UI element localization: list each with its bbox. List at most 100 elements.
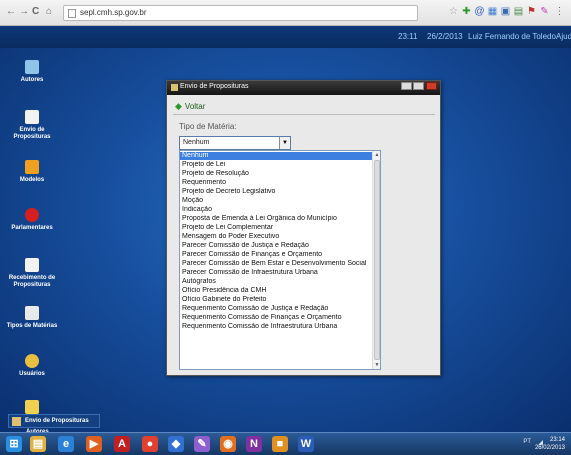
envio-de-proposituras-window: Envio de Proposituras ◆ Voltar Tipo de Ma… bbox=[166, 80, 441, 376]
desktop-icon-parlamentares[interactable]: Parlamentares bbox=[6, 208, 58, 232]
desktop-icon-envio-de-proposituras[interactable]: Envio de Proposituras bbox=[6, 110, 58, 141]
page-icon bbox=[68, 9, 76, 18]
adobe-reader-icon[interactable]: A bbox=[114, 436, 130, 452]
desktop-icon-modelos[interactable]: Modelos bbox=[6, 160, 58, 184]
option-item[interactable]: Requerimento Comissão de Justiça e Redaç… bbox=[180, 305, 372, 313]
option-item[interactable]: Projeto de Decreto Legislativo bbox=[180, 188, 372, 196]
window-app-icon bbox=[12, 417, 21, 426]
option-item[interactable]: Parecer Comissão de Bem Estar e Desenvol… bbox=[180, 260, 372, 268]
tipo-de-materia-options: Nenhum Projeto de Lei Projeto de Resoluç… bbox=[179, 150, 381, 370]
options-scrollbar[interactable]: ▲ ▼ bbox=[372, 151, 380, 369]
back-label: Voltar bbox=[184, 102, 206, 111]
maximize-button[interactable] bbox=[413, 82, 424, 90]
desktop-icon-usuarios[interactable]: Usuários bbox=[6, 354, 58, 378]
plus-icon[interactable]: ✚ bbox=[461, 6, 472, 17]
back-arrow-icon[interactable]: ← bbox=[6, 6, 16, 18]
bookmark-icon[interactable]: ▣ bbox=[500, 6, 511, 17]
windows-taskbar: ⊞ ▤ e ▶ A ● ◆ ✎ ◉ N ■ W PT ◢ 23:14 26/02… bbox=[0, 432, 571, 455]
window-title: Envio de Proposituras bbox=[180, 83, 249, 90]
menu-icon[interactable]: ⋮ bbox=[554, 6, 565, 17]
window-titlebar[interactable]: Envio de Proposituras bbox=[167, 81, 440, 95]
option-item[interactable]: Projeto de Resolução bbox=[180, 170, 372, 178]
exit-icon bbox=[25, 400, 39, 414]
option-item[interactable]: Requerimento Comissão de Infraestrutura … bbox=[180, 323, 372, 331]
option-item[interactable]: Indicação bbox=[180, 206, 372, 214]
desktop-icon-label: Recebimento de Proposituras bbox=[8, 275, 56, 288]
scroll-down-icon[interactable]: ▼ bbox=[373, 361, 380, 369]
option-item[interactable]: Mensagem do Poder Executivo bbox=[180, 233, 372, 241]
home-icon[interactable]: ⌂ bbox=[46, 6, 52, 18]
translate-icon[interactable]: ▦ bbox=[487, 6, 498, 17]
taskbar-window-label: Envio de Proposituras bbox=[25, 418, 89, 424]
desktop-icon-label: Parlamentares bbox=[11, 225, 53, 231]
contacts-icon bbox=[25, 60, 39, 74]
scroll-up-icon[interactable]: ▲ bbox=[373, 151, 380, 159]
forward-arrow-icon[interactable]: → bbox=[19, 6, 29, 18]
desktop-icon-tipos-de-materias[interactable]: Tipos de Matérias bbox=[6, 306, 58, 330]
option-item[interactable]: Projeto de Lei Complementar bbox=[180, 224, 372, 232]
at-icon[interactable]: @ bbox=[474, 6, 485, 17]
option-item[interactable]: Requerimento bbox=[180, 179, 372, 187]
document-send-icon bbox=[25, 110, 39, 124]
option-item[interactable]: Nenhum bbox=[180, 152, 372, 160]
help-link[interactable]: Ajud bbox=[556, 32, 571, 41]
desktop-icon-label: Tipos de Matérias bbox=[6, 323, 58, 329]
option-item[interactable]: Autógrafos bbox=[180, 278, 372, 286]
option-item[interactable]: Ofício Gabinete do Prefeito bbox=[180, 296, 372, 304]
file-explorer-icon[interactable]: ▤ bbox=[30, 436, 46, 452]
desktop-icon-label: Envio de Proposituras bbox=[13, 127, 51, 140]
chevron-down-icon[interactable]: ▼ bbox=[279, 137, 290, 149]
select-value: Nenhum bbox=[183, 139, 210, 146]
paint-icon[interactable]: ✎ bbox=[194, 436, 210, 452]
reload-icon[interactable]: C bbox=[32, 6, 39, 18]
template-icon bbox=[25, 160, 39, 174]
internet-explorer-icon[interactable]: e bbox=[58, 436, 74, 452]
clock-time: 23:14 bbox=[549, 437, 565, 443]
onenote-icon[interactable]: N bbox=[246, 436, 262, 452]
firefox-icon[interactable]: ◉ bbox=[220, 436, 236, 452]
word-icon[interactable]: W bbox=[298, 436, 314, 452]
address-bar[interactable]: sepl.cmh.sp.gov.br bbox=[63, 5, 418, 21]
users-icon bbox=[25, 354, 39, 368]
option-item[interactable]: Projeto de Lei bbox=[180, 161, 372, 169]
addon-icon[interactable]: ▤ bbox=[513, 6, 524, 17]
status-strip: 23:11 26/2/2013 Luiz Fernando de Toledo … bbox=[0, 26, 571, 48]
person-icon bbox=[25, 208, 39, 222]
option-item[interactable]: Proposta de Emenda à Lei Orgânica do Mun… bbox=[180, 215, 372, 223]
media-player-icon[interactable]: ▶ bbox=[86, 436, 102, 452]
chrome-icon[interactable]: ● bbox=[142, 436, 158, 452]
tipo-de-materia-select[interactable]: Nenhum ▼ bbox=[179, 136, 291, 150]
taskbar-window-envio-de-proposituras[interactable]: Envio de Proposituras bbox=[8, 414, 100, 428]
option-item[interactable]: Parecer Comissão de Finanças e Orçamento bbox=[180, 251, 372, 259]
desktop-icon-label: Usuários bbox=[19, 371, 45, 377]
close-button[interactable] bbox=[426, 82, 437, 90]
option-item[interactable]: Ofício Presidência da CMH bbox=[180, 287, 372, 295]
desktop-icon-autores[interactable]: Autores bbox=[6, 60, 58, 84]
windows-start-icon[interactable]: ⊞ bbox=[6, 436, 22, 452]
star-icon[interactable]: ☆ bbox=[448, 6, 459, 17]
app-blue-icon[interactable]: ◆ bbox=[168, 436, 184, 452]
option-item[interactable]: Requerimento Comissão de Finanças e Orça… bbox=[180, 314, 372, 322]
divider bbox=[173, 114, 435, 115]
status-time: 23:11 bbox=[398, 32, 418, 41]
desktop-icon-label: Modelos bbox=[19, 177, 45, 183]
minimize-button[interactable] bbox=[401, 82, 412, 90]
window-app-icon bbox=[171, 84, 178, 91]
option-item[interactable]: Moção bbox=[180, 197, 372, 205]
scroll-thumb[interactable] bbox=[374, 160, 380, 360]
language-indicator[interactable]: PT bbox=[523, 439, 531, 445]
status-date: 26/2/2013 bbox=[427, 32, 463, 41]
system-clock[interactable]: 23:14 26/02/2013 bbox=[535, 436, 565, 452]
tipo-de-materia-label: Tipo de Matéria: bbox=[179, 122, 237, 131]
back-button[interactable]: ◆ Voltar bbox=[175, 101, 205, 112]
status-user: Luiz Fernando de Toledo bbox=[468, 32, 556, 41]
back-arrow-icon: ◆ bbox=[175, 101, 182, 111]
option-item[interactable]: Parecer Comissão de Infraestrutura Urban… bbox=[180, 269, 372, 277]
app-orange-icon[interactable]: ■ bbox=[272, 436, 288, 452]
pen-icon[interactable]: ✎ bbox=[539, 6, 550, 17]
document-types-icon bbox=[25, 306, 39, 320]
document-receive-icon bbox=[25, 258, 39, 272]
flag-icon[interactable]: ⚑ bbox=[526, 6, 537, 17]
option-item[interactable]: Parecer Comissão de Justiça e Redação bbox=[180, 242, 372, 250]
desktop-icon-recebimento-de-proposituras[interactable]: Recebimento de Proposituras bbox=[6, 258, 58, 289]
